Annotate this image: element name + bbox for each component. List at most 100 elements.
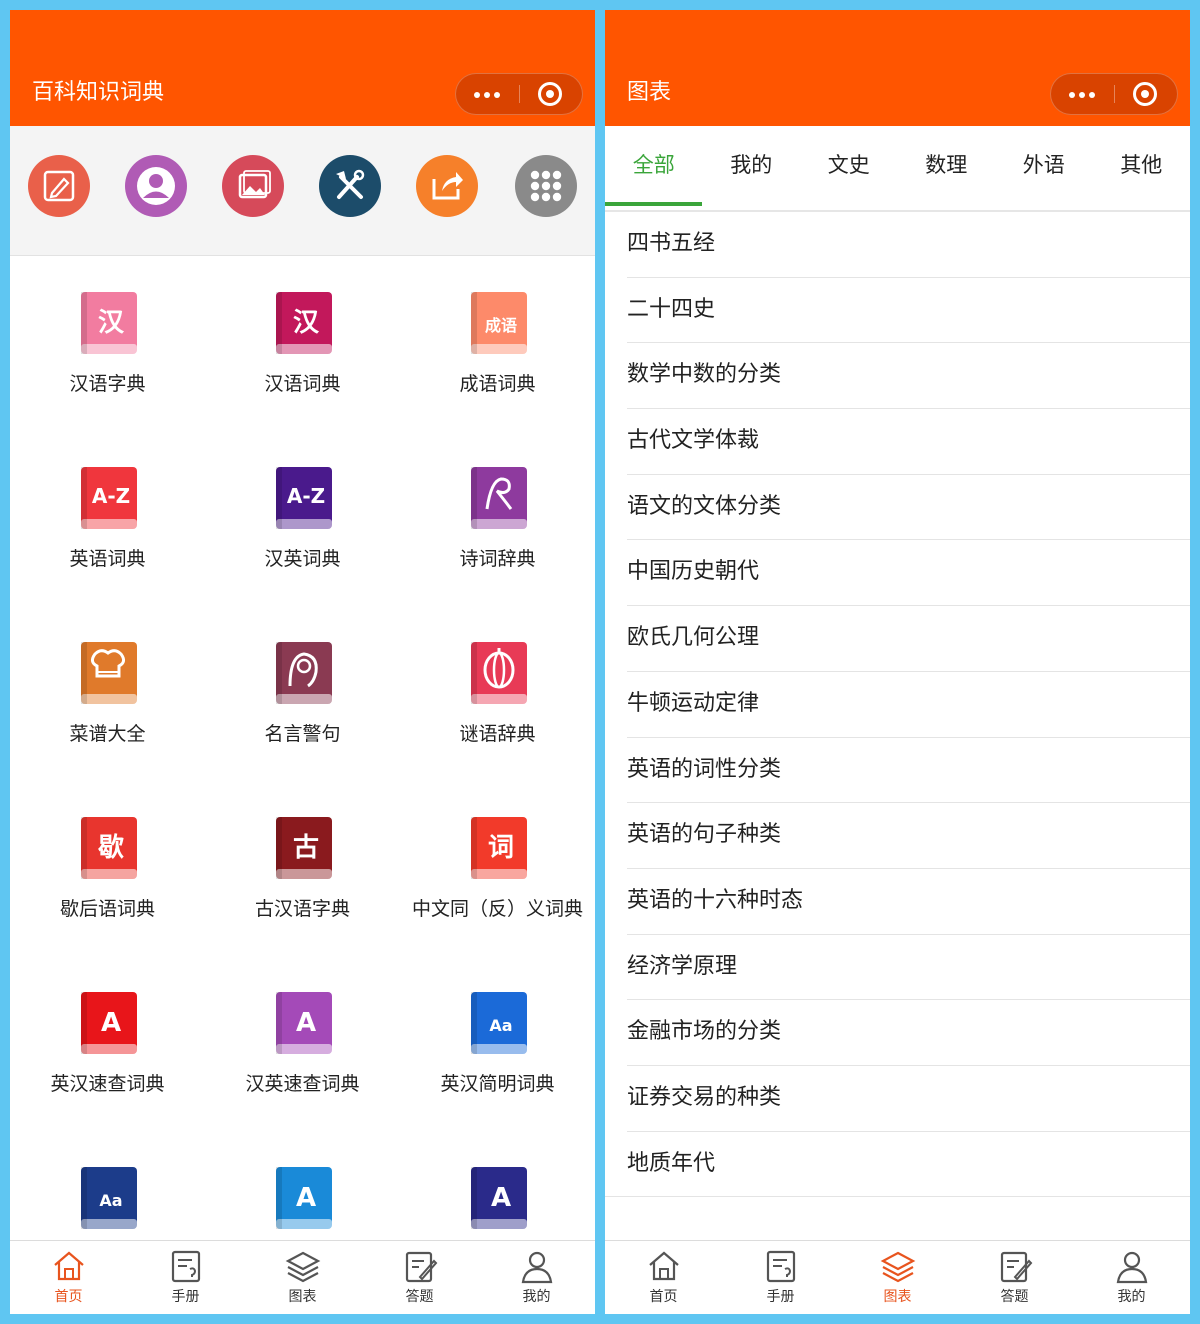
grid-item[interactable]: Aa 英汉简明词典 [400,956,595,1131]
grid-item[interactable]: A 汉英速查词典 [205,956,400,1131]
tab-label: 首页 [649,1289,678,1305]
tab-label: 图表 [883,1289,912,1305]
grid-item-label: 菜谱大全 [69,723,146,745]
az-purple-icon: A-Z [270,461,336,535]
list-item-label: 四书五经 [627,231,716,256]
list-item-label: 经济学原理 [627,953,738,979]
list-item[interactable]: 语文的文体分类 [627,475,1190,541]
svg-text:汉: 汉 [98,308,125,338]
tab-manual[interactable]: 手册 [127,1241,244,1314]
grid-item-label: 汉语字典 [69,373,146,395]
aa-navy-icon: Aa [75,1161,141,1235]
list-item[interactable]: 数学中数的分类 [627,343,1190,410]
category-tab[interactable]: 其他 [1093,126,1191,210]
share-icon[interactable] [416,155,478,217]
grid-item[interactable]: A-Z 英语词典 [10,431,205,606]
bottom-tab-bar: 首页 手册 图表 答题 我的 [10,1240,595,1314]
list-item[interactable]: 欧氏几何公理 [627,606,1190,672]
close-target-icon[interactable] [538,82,562,106]
tab-label: 答题 [405,1289,434,1305]
grid-item-label: 古汉语字典 [254,898,350,920]
mini-program-capsule [455,73,583,115]
grid-item[interactable]: A 英汉速查词典 [10,956,205,1131]
list-item[interactable]: 古代文学体裁 [627,409,1190,475]
grid-item[interactable]: 古古汉语字典 [205,781,400,956]
list-item[interactable]: 英语的十六种时态 [627,869,1190,935]
xie-icon: 歇 [75,811,141,885]
svg-text:Aa: Aa [489,1016,512,1035]
tab-profile[interactable]: 我的 [1073,1241,1190,1314]
list-item[interactable]: 英语的句子种类 [627,803,1190,869]
grid-item[interactable]: 诗词辞典 [400,431,595,606]
grid-item-label: 诗词辞典 [459,548,536,570]
list-item[interactable]: 经济学原理 [627,935,1190,1001]
category-tabs: 全部 我的 文史 数理 外语 其他 [605,126,1190,212]
grid-item-label: 汉英速查词典 [245,1073,360,1095]
svg-text:A: A [296,1008,316,1038]
list-item[interactable]: 四书五经 [627,212,1190,278]
tab-label: 我的 [1117,1289,1146,1305]
grid-item-label: 英汉简明词典 [440,1073,555,1095]
chef-hat-icon [75,636,141,710]
tab-quiz[interactable]: 答题 [361,1241,478,1314]
tab-label: 手册 [766,1289,795,1305]
a-purple-icon: A [270,986,336,1060]
home-screen: 百科知识词典 汉汉语字典汉汉语词典 成语 成语词典 A-Z 英语词典 A-Z 汉英词典 诗词辞… [10,10,595,1314]
list-item-label: 英语的十六种时态 [627,887,804,913]
tab-label: 手册 [171,1289,200,1305]
grid-icon[interactable] [515,155,577,217]
category-tab[interactable]: 全部 [605,126,703,210]
grid-item[interactable]: 菜谱大全 [10,606,205,781]
mini-program-capsule [1050,73,1178,115]
svg-text:A-Z: A-Z [92,484,130,508]
grid-item[interactable]: 歇歇后语词典 [10,781,205,956]
list-item-label: 牛顿运动定律 [627,690,760,716]
category-tab[interactable]: 文史 [800,126,898,210]
list-item[interactable]: 金融市场的分类 [627,1000,1190,1066]
svg-text:A-Z: A-Z [287,484,325,508]
bottom-tab-bar: 首页 手册 图表 答题 我的 [605,1240,1190,1314]
grid-item[interactable]: 成语 成语词典 [400,256,595,431]
grid-item[interactable]: A [205,1131,400,1240]
grid-item[interactable]: 名言警句 [205,606,400,781]
grid-item[interactable]: Aa [10,1131,205,1240]
category-tab[interactable]: 数理 [898,126,996,210]
svg-text:A: A [491,1183,511,1213]
tools-icon[interactable] [319,155,381,217]
grid-item[interactable]: 词中文同（反）义词典 [400,781,595,956]
tab-quiz[interactable]: 答题 [956,1241,1073,1314]
tab-manual[interactable]: 手册 [722,1241,839,1314]
list-item[interactable]: 地质年代 [605,1132,1190,1198]
tab-profile[interactable]: 我的 [478,1241,595,1314]
grid-item[interactable]: A-Z 汉英词典 [205,431,400,606]
pink-book-icon: 汉 [75,286,141,360]
grid-item[interactable]: 汉汉语词典 [205,256,400,431]
tab-home[interactable]: 首页 [605,1241,722,1314]
list-item-label: 中国历史朝代 [627,559,760,585]
close-target-icon[interactable] [1133,82,1157,106]
category-tab[interactable]: 我的 [703,126,801,210]
category-tab[interactable]: 外语 [995,126,1093,210]
more-icon[interactable] [1051,74,1114,114]
tab-home[interactable]: 首页 [10,1241,127,1314]
grid-item[interactable]: 谜语辞典 [400,606,595,781]
list-item[interactable]: 牛顿运动定律 [627,672,1190,738]
capsule-divider [519,85,520,103]
edit-icon[interactable] [28,155,90,217]
grid-item[interactable]: 汉汉语字典 [10,256,205,431]
tab-layers[interactable]: 图表 [244,1241,361,1314]
user-icon[interactable] [125,155,187,217]
list-item[interactable]: 证券交易的种类 [627,1066,1190,1132]
svg-text:A: A [101,1008,121,1038]
tab-layers[interactable]: 图表 [839,1241,956,1314]
tab-label: 首页 [54,1289,83,1305]
chart-list: 四书五经二十四史 数学中数的分类 古代文学体裁 语文的文体分类中国历史朝代欧氏几何公理… [605,212,1190,1198]
gallery-icon[interactable] [222,155,284,217]
list-item[interactable]: 二十四史 [627,278,1190,344]
capsule-divider [1114,85,1115,103]
more-icon[interactable] [456,74,519,114]
grid-item[interactable]: A [400,1131,595,1240]
list-item[interactable]: 英语的词性分类 [627,738,1190,804]
list-item[interactable]: 中国历史朝代 [627,540,1190,607]
svg-text:汉: 汉 [293,308,320,338]
